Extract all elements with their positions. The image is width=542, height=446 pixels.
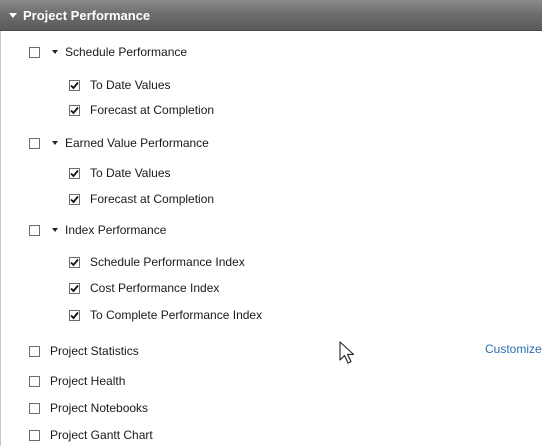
option-label: Project Gantt Chart [50,428,153,442]
option-row-project-gantt-chart: Project Gantt Chart [29,426,153,444]
option-row: Cost Performance Index [69,279,219,297]
option-checkbox[interactable] [29,429,40,441]
option-label: Forecast at Completion [90,192,215,206]
option-label: Project Statistics [50,344,139,358]
option-checkbox[interactable] [69,167,80,179]
panel-title: Project Performance [23,7,151,23]
option-row-project-health: Project Health [29,372,125,390]
option-checkbox[interactable] [29,402,40,414]
option-label: To Complete Performance Index [90,308,263,322]
customize-link[interactable]: Customize [485,342,542,356]
group-label: Schedule Performance [65,45,188,59]
group-label: Earned Value Performance [65,136,209,150]
option-checkbox[interactable] [69,256,80,268]
option-label: To Date Values [90,78,171,92]
option-label: Forecast at Completion [90,103,215,117]
group-checkbox-earned-value-performance[interactable] [29,137,40,149]
option-row-project-statistics: Project Statistics [29,342,139,360]
option-label: Project Notebooks [50,401,149,415]
option-row: Schedule Performance Index [69,253,245,271]
option-checkbox[interactable] [29,345,40,357]
option-label: To Date Values [90,166,171,180]
option-label: Project Health [50,374,126,388]
option-row-project-notebooks: Project Notebooks [29,399,148,417]
option-checkbox[interactable] [29,375,40,387]
group-checkbox-schedule-performance[interactable] [29,46,40,58]
option-label: Cost Performance Index [90,281,220,295]
group-row-earned-value-performance: Earned Value Performance [29,134,209,152]
expand-caret-icon[interactable] [50,141,60,145]
group-label: Index Performance [65,223,167,237]
collapse-caret-icon[interactable] [9,12,17,18]
option-row: Forecast at Completion [69,190,214,208]
option-row: To Date Values [69,164,171,182]
group-row-schedule-performance: Schedule Performance [29,43,187,61]
option-row: Forecast at Completion [69,101,214,119]
group-row-index-performance: Index Performance [29,221,166,239]
option-row: To Complete Performance Index [69,306,262,324]
option-checkbox[interactable] [69,104,80,116]
expand-caret-icon[interactable] [50,50,60,54]
mouse-pointer-icon [339,341,355,364]
group-checkbox-index-performance[interactable] [29,224,40,236]
option-checkbox[interactable] [69,309,80,321]
option-row: To Date Values [69,76,171,94]
option-checkbox[interactable] [69,282,80,294]
option-checkbox[interactable] [69,193,80,205]
expand-caret-icon[interactable] [50,228,60,232]
option-checkbox[interactable] [69,79,80,91]
option-label: Schedule Performance Index [90,255,245,269]
panel-header-project-performance[interactable]: Project Performance [0,0,542,31]
